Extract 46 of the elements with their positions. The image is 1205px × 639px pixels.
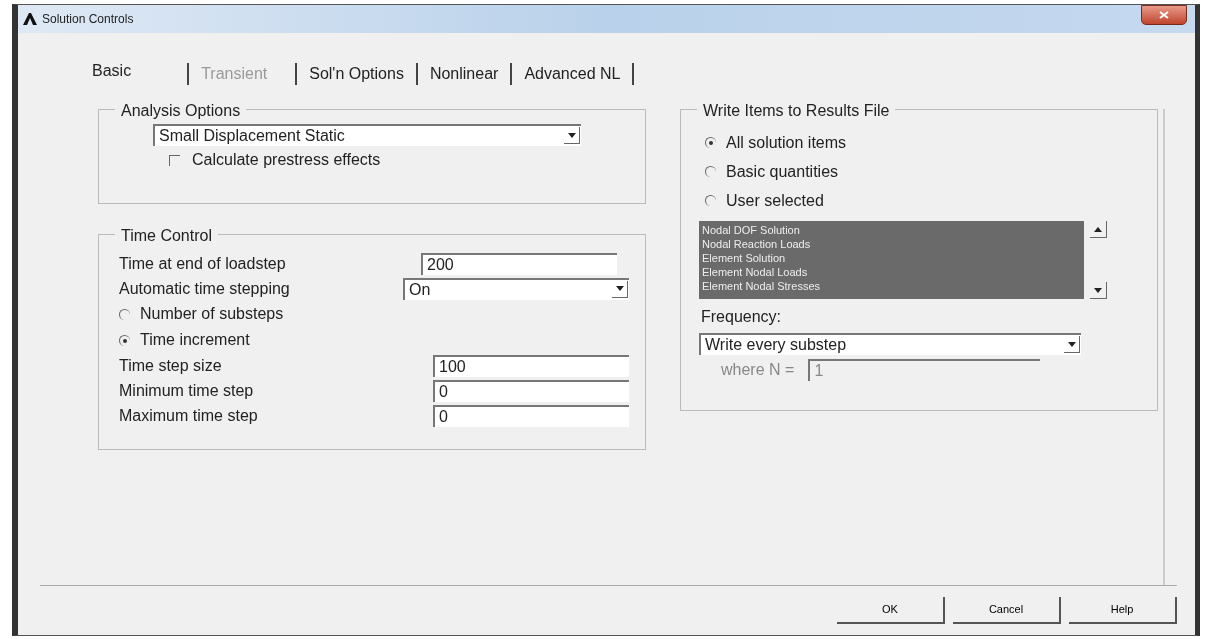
up-arrow-icon — [1094, 226, 1102, 232]
window-title: Solution Controls — [42, 11, 134, 28]
dropdown[interactable]: Write every substep — [699, 333, 1081, 355]
dialog-button[interactable]: Help — [1069, 597, 1177, 624]
checkbox[interactable] — [169, 154, 180, 166]
input-field[interactable]: 200 — [421, 252, 617, 275]
tab[interactable]: Sol'n Options — [295, 63, 416, 85]
field-label: Maximum time step — [119, 405, 258, 426]
input-field[interactable]: 0 — [433, 404, 629, 427]
scroll-up-button[interactable] — [1090, 221, 1107, 238]
radio-label[interactable]: All solution items — [726, 130, 847, 155]
field-label: Time step size — [119, 355, 222, 376]
radio-label[interactable]: Time increment — [140, 328, 250, 352]
scrollbar[interactable] — [1090, 221, 1108, 299]
tab[interactable]: Nonlinear — [415, 63, 511, 85]
field-label: Time at end of loadstep — [119, 253, 286, 274]
dropdown-arrow-icon — [1094, 287, 1102, 293]
field-label: Frequency: — [701, 307, 783, 327]
input-field[interactable]: 100 — [433, 354, 629, 377]
tab[interactable]: Advanced NL — [510, 63, 635, 85]
tab[interactable]: Basic — [80, 60, 144, 82]
close-button[interactable] — [1141, 5, 1187, 25]
list-item[interactable]: Nodal DOF Solution — [702, 223, 1081, 237]
dropdown[interactable]: Small Displacement Static — [153, 124, 581, 146]
radio-label[interactable]: Basic quantities — [726, 159, 839, 184]
dropdown[interactable]: On — [403, 277, 629, 300]
field-label: Minimum time step — [119, 380, 254, 401]
dialog-button[interactable]: Cancel — [953, 597, 1061, 624]
field-label: where N = — [721, 360, 795, 380]
dropdown-arrow-icon — [567, 132, 576, 138]
list-item[interactable]: Nodal Reaction Loads — [702, 237, 1081, 251]
list-box[interactable]: Nodal DOF Solution Nodal Reaction Loads Element Solution Element Nodal Loads Element Nodal Stresses — [699, 221, 1084, 299]
app-logo-icon — [22, 12, 38, 26]
close-icon — [1159, 11, 1169, 19]
dropdown-arrow-icon — [615, 286, 624, 291]
list-item[interactable]: Element Solution — [702, 251, 1081, 265]
dialog-button[interactable]: OK — [837, 597, 945, 624]
dropdown-arrow-icon — [1067, 341, 1076, 347]
checkbox-label[interactable]: Calculate prestress effects — [192, 150, 381, 170]
radio-label[interactable]: User selected — [726, 188, 824, 213]
radio-label[interactable]: Number of substeps — [140, 302, 284, 326]
list-item[interactable]: Element Nodal Loads — [702, 265, 1081, 279]
field-label: Automatic time stepping — [119, 278, 290, 299]
list-item[interactable]: Element Nodal Stresses — [702, 279, 1081, 293]
scroll-down-button[interactable] — [1090, 282, 1107, 299]
input-field[interactable]: 0 — [433, 379, 629, 402]
